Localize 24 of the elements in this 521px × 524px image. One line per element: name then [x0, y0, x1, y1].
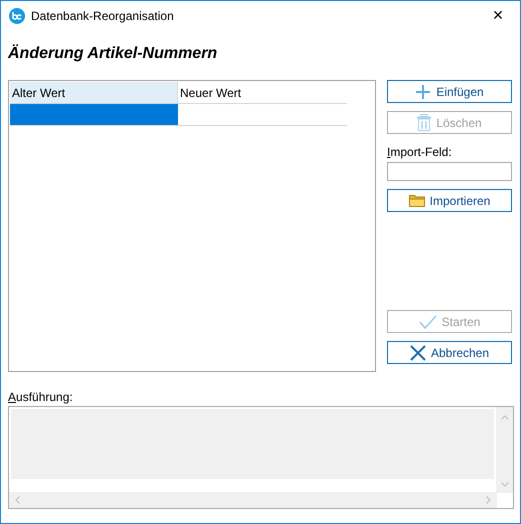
column-header[interactable]: Neuer Wert	[178, 82, 346, 103]
close-button[interactable]: ✕	[476, 1, 520, 31]
column-header[interactable]: Alter Wert	[10, 82, 178, 103]
import-button[interactable]: Importieren	[387, 189, 512, 212]
window-title: Datenbank-Reorganisation	[31, 9, 175, 23]
app-logo-icon	[9, 8, 25, 24]
import-field[interactable]	[387, 162, 512, 181]
folder-icon	[408, 194, 425, 207]
plus-icon	[415, 84, 432, 100]
vertical-scrollbar[interactable]	[496, 407, 513, 493]
cancel-button[interactable]: Abbrechen	[387, 341, 512, 364]
check-icon	[418, 314, 437, 328]
insert-button[interactable]: Einfügen	[387, 80, 512, 103]
table-row[interactable]	[10, 103, 347, 126]
trash-icon	[417, 114, 432, 131]
page-heading: Änderung Artikel-Nummern	[8, 45, 218, 63]
import-field-label: Import-Feld:	[387, 145, 453, 159]
horizontal-scrollbar[interactable]	[9, 492, 497, 508]
scroll-left-icon[interactable]	[15, 496, 20, 504]
cross-icon	[410, 344, 426, 360]
output-label: Ausführung:	[8, 390, 74, 404]
scroll-down-icon[interactable]	[501, 482, 509, 487]
scroll-right-icon[interactable]	[486, 496, 491, 504]
scroll-up-icon[interactable]	[501, 415, 509, 420]
